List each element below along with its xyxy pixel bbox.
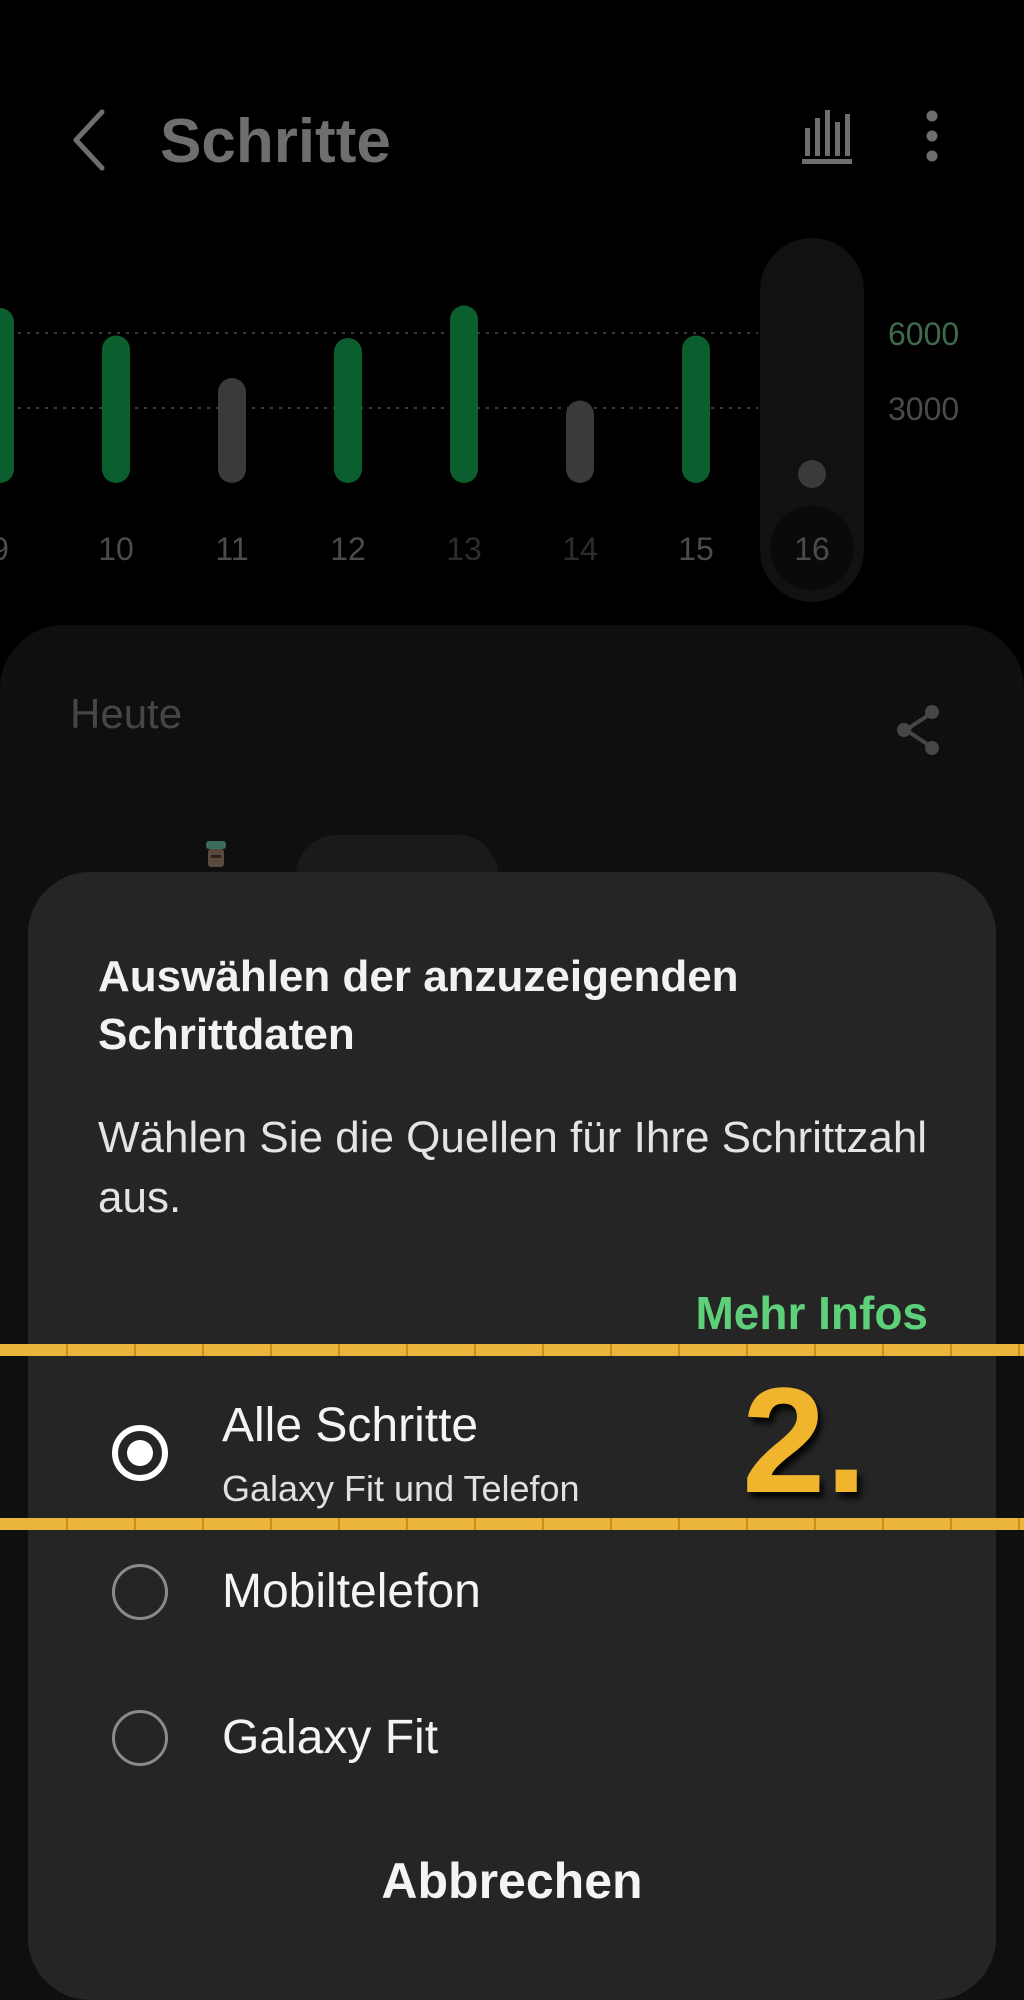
- bar-day-16: [798, 460, 826, 488]
- x-tick-label: 11: [215, 531, 248, 567]
- option-mobile-phone[interactable]: Mobiltelefon: [28, 1542, 996, 1642]
- chevron-left-icon: [73, 109, 105, 171]
- bar-day-15[interactable]: [682, 335, 710, 484]
- y-tick-label: 3000: [888, 391, 959, 427]
- bar-day-13[interactable]: [450, 305, 478, 484]
- bar-day-10[interactable]: [102, 335, 130, 484]
- cancel-button[interactable]: Abbrechen: [28, 1852, 996, 1910]
- annotation-highlight-bottom-line: [0, 1518, 1024, 1530]
- today-label: Heute: [70, 690, 183, 737]
- back-button[interactable]: [62, 100, 122, 180]
- option-all-steps-sublabel: Galaxy Fit und Telefon: [222, 1468, 580, 1509]
- share-button[interactable]: [890, 700, 946, 760]
- x-tick-label: 14: [562, 531, 598, 567]
- bar-day-14[interactable]: [566, 400, 594, 484]
- steps-bar-chart: 9 10 11 12 13 14 15 16 6000 3000: [0, 238, 959, 602]
- radio-selected-icon[interactable]: [112, 1425, 168, 1481]
- annotation-highlight-top-line: [0, 1344, 1024, 1356]
- y-tick-label: 6000: [888, 316, 959, 352]
- chart-view-button[interactable]: [800, 106, 854, 166]
- x-tick-label: 15: [678, 531, 714, 567]
- screen: Schritte 9 10 11 12 13 14 15 16 6000 300…: [0, 0, 1024, 2000]
- x-tick-label: 13: [446, 531, 482, 567]
- share-icon: [897, 705, 939, 755]
- more-info-link[interactable]: Mehr Infos: [695, 1286, 928, 1340]
- x-tick-label: 9: [0, 531, 9, 567]
- more-options-button[interactable]: [910, 106, 954, 170]
- x-tick-label: 10: [98, 531, 134, 567]
- dialog-subtitle: Wählen Sie die Quellen für Ihre Schrittz…: [98, 1113, 928, 1222]
- bar-chart-icon: [802, 110, 852, 164]
- x-tick-label: 16: [794, 531, 830, 567]
- option-all-steps-label: Alle Schritte: [222, 1399, 479, 1452]
- dialog-title: Auswählen der anzuzeigenden Schrittdaten: [98, 952, 739, 1059]
- option-galaxy-fit[interactable]: Galaxy Fit: [28, 1688, 996, 1788]
- app-header: Schritte: [0, 0, 1024, 200]
- option-mobile-phone-label: Mobiltelefon: [222, 1565, 481, 1618]
- x-tick-label: 12: [330, 531, 366, 567]
- radio-unselected-icon[interactable]: [112, 1564, 168, 1620]
- mascot-icon: [196, 835, 236, 875]
- bar-day-12[interactable]: [334, 338, 362, 483]
- more-vertical-icon: [926, 110, 938, 162]
- bar-day-11[interactable]: [218, 378, 246, 483]
- annotation-step-number: 2.: [742, 1356, 868, 1524]
- bar-day-9[interactable]: [0, 308, 14, 483]
- option-galaxy-fit-label: Galaxy Fit: [222, 1711, 439, 1764]
- page-title: Schritte: [160, 107, 391, 176]
- radio-unselected-icon[interactable]: [112, 1710, 168, 1766]
